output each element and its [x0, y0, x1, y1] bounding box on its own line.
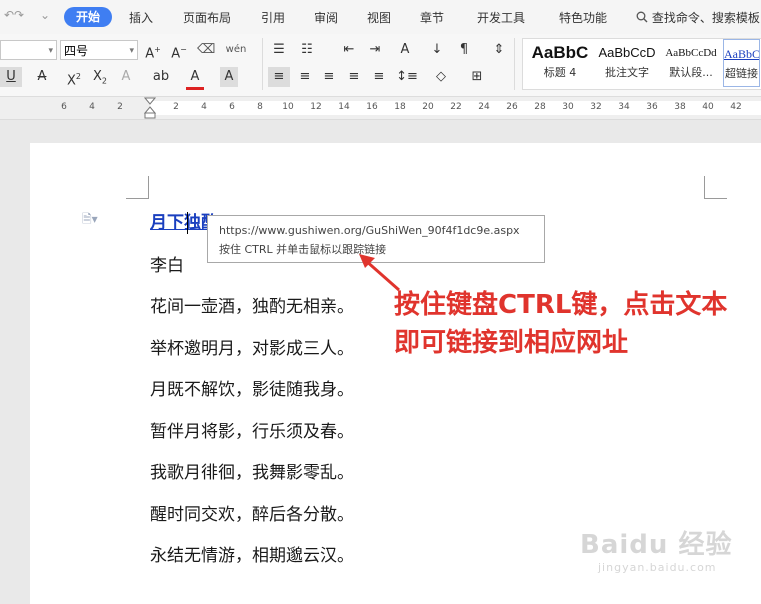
redo-icon[interactable]: ↷	[14, 8, 24, 22]
ruler-number: 20	[422, 102, 434, 112]
poem-line: 我歌月徘徊，我舞影零乱。	[150, 463, 354, 483]
poem-line: 暂伴月将影，行乐须及春。	[150, 422, 354, 442]
ruler-number: 22	[450, 102, 462, 112]
baidu-watermark: Baidu 经验 jingyan.baidu.com	[580, 524, 732, 574]
indent-marker-icon[interactable]	[144, 97, 156, 119]
ruler-number: 40	[702, 102, 714, 112]
highlight-button[interactable]: ab	[150, 67, 172, 87]
ribbon-divider	[262, 38, 263, 90]
style-hyperlink[interactable]: AaBbC 超链接	[723, 39, 760, 87]
subscript-button[interactable]: X2	[90, 67, 110, 92]
char-shading-button[interactable]: A	[220, 67, 238, 87]
sort-icon[interactable]: ↓	[428, 40, 446, 60]
search-icon	[636, 11, 652, 25]
align-left-button[interactable]: ≡	[268, 67, 290, 87]
tab-features[interactable]: 特色功能	[559, 9, 607, 26]
ruler-number: 4	[201, 102, 207, 112]
justify-button[interactable]: ≡	[345, 67, 363, 87]
ruler-number: 2	[117, 102, 123, 112]
tab-page-layout[interactable]: 页面布局	[183, 9, 231, 26]
borders-icon[interactable]: ⊞	[466, 67, 488, 87]
decrease-indent-icon[interactable]: ⇤	[340, 40, 358, 60]
poem-author: 李白	[150, 256, 184, 276]
command-search[interactable]: 查找命令、搜索模板	[636, 9, 760, 26]
clear-format-icon[interactable]: ⌫	[197, 40, 215, 60]
ruler-number: 42	[730, 102, 742, 112]
tab-home[interactable]: 开始	[64, 7, 112, 27]
poem-line: 月既不解饮，影徒随我身。	[150, 380, 354, 400]
ruler-number: 6	[229, 102, 235, 112]
paragraph-handle-icon[interactable]: 🗎▾	[82, 210, 98, 231]
ruler-number: 2	[173, 102, 179, 112]
menu-bar: ↶ ↷ ⌄ 开始 插入 页面布局 引用 审阅 视图 章节 开发工具 特色功能 查…	[0, 0, 761, 34]
style-heading-4[interactable]: AaBbC 标题 4	[525, 39, 595, 87]
style-gallery: AaBbC 标题 4 AaBbCcD 批注文字 AaBbCcDd 默认段... …	[522, 38, 761, 90]
margin-corner-mark	[704, 176, 727, 199]
bullet-list-icon[interactable]: ☰	[270, 40, 288, 60]
ruler-number: 4	[89, 102, 95, 112]
grow-font-icon[interactable]: A+	[144, 40, 162, 64]
tooltip-url: https://www.gushiwen.org/GuShiWen_90f4f1…	[219, 224, 520, 237]
ruler-number: 8	[257, 102, 263, 112]
shrink-font-icon[interactable]: A−	[170, 40, 188, 64]
ruler-number: 24	[478, 102, 490, 112]
numbered-list-icon[interactable]: ☷	[298, 40, 316, 60]
ruler-number: 14	[338, 102, 350, 112]
paragraph-spacing-icon[interactable]: ↕≡	[396, 67, 418, 87]
ruler-number: 32	[590, 102, 602, 112]
annotation-text-line1: 按住键盘CTRL键，点击文本	[394, 290, 728, 320]
watermark-main: Baidu 经验	[580, 530, 733, 560]
ruler-number: 38	[674, 102, 686, 112]
ruler-number: 28	[534, 102, 546, 112]
tab-developer[interactable]: 开发工具	[477, 9, 525, 26]
poem-line: 永结无情游，相期邈云汉。	[150, 546, 354, 566]
style-default-paragraph[interactable]: AaBbCcDd 默认段...	[659, 39, 723, 87]
ribbon-toolbar: ▾ 四号 ▾ A+ A− ⌫ wén ☰ ☷ ⇤ ⇥ A ↓ ¶ ⇕ U A X2…	[0, 34, 761, 96]
ruler-number: 12	[310, 102, 322, 112]
ruler-number: 26	[506, 102, 518, 112]
font-name-select[interactable]: ▾	[0, 40, 57, 60]
font-size-value: 四号	[64, 44, 89, 58]
annotation-text-line2: 即可链接到相应网址	[394, 328, 629, 358]
tab-insert[interactable]: 插入	[129, 9, 153, 26]
horizontal-ruler[interactable]: 6 4 2 2 4 6 8 10 12 14 16 18 20 22 24 26…	[0, 96, 761, 120]
ruler-number: 10	[282, 102, 294, 112]
text-direction-icon[interactable]: A	[394, 40, 416, 60]
increase-indent-icon[interactable]: ⇥	[366, 40, 384, 60]
ribbon-divider	[514, 38, 515, 90]
tab-review[interactable]: 审阅	[314, 9, 338, 26]
strikethrough-button[interactable]: A	[30, 67, 54, 87]
undo-icon[interactable]: ↶	[4, 8, 14, 22]
shading-icon[interactable]: ◇	[430, 67, 452, 87]
align-right-button[interactable]: ≡	[320, 67, 338, 87]
quick-access-dropdown-icon[interactable]: ⌄	[40, 8, 50, 22]
poem-line: 举杯邀明月，对影成三人。	[150, 339, 354, 359]
font-size-select[interactable]: 四号 ▾	[60, 40, 138, 60]
ruler-number: 6	[61, 102, 67, 112]
search-label: 查找命令、搜索模板	[651, 11, 760, 25]
show-marks-icon[interactable]: ¶	[455, 40, 473, 60]
underline-button[interactable]: U	[0, 67, 22, 87]
pinyin-guide-icon[interactable]: wén	[225, 40, 247, 60]
tab-view[interactable]: 视图	[367, 9, 391, 26]
watermark-sub: jingyan.baidu.com	[598, 561, 717, 574]
font-color-button[interactable]: A	[186, 67, 204, 90]
text-effect-button[interactable]: A	[117, 67, 135, 87]
tab-references[interactable]: 引用	[261, 9, 285, 26]
margin-corner-mark	[126, 176, 149, 199]
ruler-number: 30	[562, 102, 574, 112]
poem-line: 醒时同交欢，醉后各分散。	[150, 505, 354, 525]
distributed-button[interactable]: ≡	[370, 67, 388, 87]
ruler-number: 36	[646, 102, 658, 112]
text-cursor	[187, 212, 188, 234]
superscript-button[interactable]: X2	[64, 67, 84, 91]
line-spacing-icon[interactable]: ⇕	[490, 40, 508, 60]
style-comment-text[interactable]: AaBbCcD 批注文字	[595, 39, 659, 87]
ruler-number: 16	[366, 102, 378, 112]
poem-line: 花间一壶酒，独酌无相亲。	[150, 297, 354, 317]
ruler-number: 34	[618, 102, 630, 112]
ruler-number: 18	[394, 102, 406, 112]
align-center-button[interactable]: ≡	[296, 67, 314, 87]
tab-chapter[interactable]: 章节	[420, 9, 444, 26]
